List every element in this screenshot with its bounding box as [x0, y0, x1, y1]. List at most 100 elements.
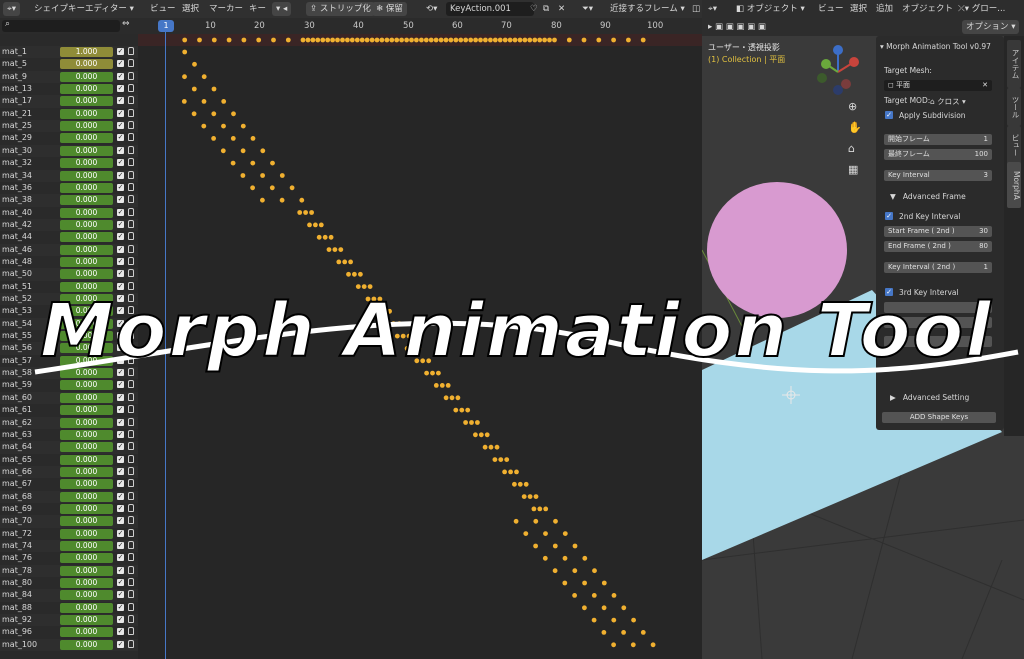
- add-shape-keys-button[interactable]: ADD Shape Keys: [882, 412, 996, 423]
- tab-tool[interactable]: ツール: [1007, 88, 1021, 126]
- vp-menu-select[interactable]: 選択: [850, 2, 867, 16]
- tab-morpha[interactable]: MorphA: [1007, 162, 1021, 208]
- target-mod-value: クロス: [937, 97, 960, 106]
- advanced-setting-toggle[interactable]: ▶ Advanced Setting: [890, 393, 969, 402]
- keyframe-marker: [349, 37, 355, 43]
- grid-view-icon[interactable]: ▦: [848, 163, 858, 176]
- keyframe-marker: [260, 197, 265, 203]
- keyframe-marker: [191, 111, 197, 117]
- keyframe-marker: [316, 234, 322, 240]
- keyframe-marker: [226, 37, 232, 43]
- keyframe-marker: [348, 259, 353, 265]
- keyframe-marker: [269, 185, 275, 191]
- keyframe-marker: [182, 74, 187, 80]
- keyframe-marker: [497, 37, 503, 43]
- keyframe-marker: [512, 37, 518, 43]
- playhead-line: [165, 32, 166, 659]
- start-frame-label: 開始フレーム: [888, 135, 930, 143]
- keyframe-marker: [448, 37, 454, 43]
- keyframe-marker: [611, 617, 617, 623]
- end-frame-field[interactable]: 最終フレーム 100: [884, 149, 992, 160]
- apply-subdivision-label: Apply Subdivision: [899, 111, 966, 120]
- advanced-frame-label: Advanced Frame: [902, 192, 966, 201]
- advanced-setting-label: Advanced Setting: [902, 393, 970, 402]
- keyframe-marker: [182, 37, 188, 43]
- select-mode-icons[interactable]: ▸ ▣ ▣ ▣ ▣ ▣: [708, 20, 766, 34]
- keyframe-marker: [521, 494, 527, 499]
- keyframe-marker: [315, 37, 321, 43]
- keyframe-marker: [473, 432, 478, 438]
- vp-menu-view[interactable]: ビュー: [818, 2, 844, 16]
- keyframe-marker: [406, 333, 412, 339]
- target-mesh-value: 平面: [896, 81, 911, 89]
- pan-hand-icon[interactable]: ✋: [848, 121, 862, 134]
- keyframe-marker: [309, 210, 314, 215]
- keyframe-marker: [240, 173, 246, 178]
- start-frame-2nd-field[interactable]: Start Frame ( 2nd ) 30: [884, 226, 992, 237]
- keyframe-marker: [220, 148, 226, 154]
- key-interval-3rd-field[interactable]: [884, 336, 992, 347]
- vp-menu-add[interactable]: 追加: [876, 2, 893, 16]
- vp-menu-object[interactable]: オブジェクト: [902, 2, 953, 16]
- keyframe-marker: [527, 494, 533, 499]
- keyframe-marker: [279, 173, 285, 178]
- keyframe-marker: [438, 37, 444, 43]
- start-frame-field[interactable]: 開始フレーム 1: [884, 134, 992, 145]
- keyframe-marker: [230, 136, 236, 141]
- keyframe-marker: [502, 37, 508, 43]
- keyframe-marker: [533, 494, 539, 499]
- second-key-checkbox[interactable]: ✓: [885, 212, 893, 220]
- start-frame-3rd-field[interactable]: [884, 302, 992, 313]
- keyframe-marker: [443, 37, 449, 43]
- target-mod-dropdown[interactable]: ⌂ クロス ▾: [930, 96, 966, 107]
- keyframe-marker: [299, 197, 305, 203]
- end-frame-2nd-field[interactable]: End Frame ( 2nd ) 80: [884, 241, 992, 252]
- keyframe-marker: [492, 37, 498, 43]
- tab-item[interactable]: アイテム: [1007, 40, 1021, 88]
- keyframe-marker: [537, 506, 543, 512]
- keyframe-marker: [492, 457, 498, 462]
- key-interval-field[interactable]: Key Interval 3: [884, 170, 992, 181]
- sphere-mesh: [707, 182, 847, 318]
- tab-view[interactable]: ビュー: [1007, 126, 1021, 164]
- keyframe-marker: [211, 37, 217, 43]
- keyframe-marker: [439, 383, 445, 388]
- end-frame-2nd-label: End Frame ( 2nd ): [888, 242, 951, 250]
- end-frame-3rd-field[interactable]: [884, 317, 992, 328]
- keyframe-marker: [469, 420, 474, 425]
- object-mode-dropdown[interactable]: ◧ オブジェクト ▾: [736, 2, 805, 16]
- navigation-gizmo[interactable]: [808, 40, 868, 100]
- keyframe-marker: [211, 86, 217, 92]
- keyframe-marker: [508, 469, 513, 475]
- apply-subdivision-checkbox[interactable]: ✓: [885, 111, 893, 119]
- keyframe-marker: [553, 518, 558, 524]
- options-dropdown[interactable]: オプション ▾: [962, 20, 1020, 34]
- keyframe-marker: [592, 568, 597, 574]
- keyframe-marker: [582, 605, 587, 611]
- camera-icon[interactable]: ⌂: [848, 142, 855, 155]
- keyframe-marker: [352, 271, 357, 277]
- mode-label: オブジェクト: [746, 4, 798, 14]
- zoom-icon[interactable]: ⊕: [848, 100, 857, 113]
- collection-label: (1) Collection | 平面: [708, 55, 786, 64]
- keyframe-marker: [626, 37, 631, 43]
- key-interval-2nd-field[interactable]: Key Interval ( 2nd ) 1: [884, 262, 992, 273]
- orientation-dropdown[interactable]: ⤫▾ グロー...: [958, 2, 1005, 16]
- target-mesh-field[interactable]: ◻ 平面 ✕: [884, 80, 992, 91]
- keyframe-marker: [547, 37, 552, 43]
- clear-icon[interactable]: ✕: [982, 80, 988, 91]
- viewport-editor-type-icon[interactable]: ⌖▾: [708, 2, 717, 16]
- keyframe-marker: [433, 37, 439, 43]
- keyframe-marker: [364, 37, 370, 43]
- keyframe-marker: [562, 555, 568, 561]
- keyframe-marker: [250, 136, 256, 141]
- keyframe-marker: [502, 469, 507, 475]
- keyframe-marker: [552, 37, 557, 43]
- advanced-frame-toggle[interactable]: ▼ Advanced Frame: [890, 192, 966, 201]
- keyframe-marker: [507, 37, 513, 43]
- keyframe-marker: [552, 543, 558, 549]
- keyframe-marker: [250, 160, 256, 166]
- keyframe-area[interactable]: [0, 0, 702, 659]
- third-key-checkbox[interactable]: ✓: [885, 288, 893, 296]
- keyframe-marker: [517, 37, 523, 43]
